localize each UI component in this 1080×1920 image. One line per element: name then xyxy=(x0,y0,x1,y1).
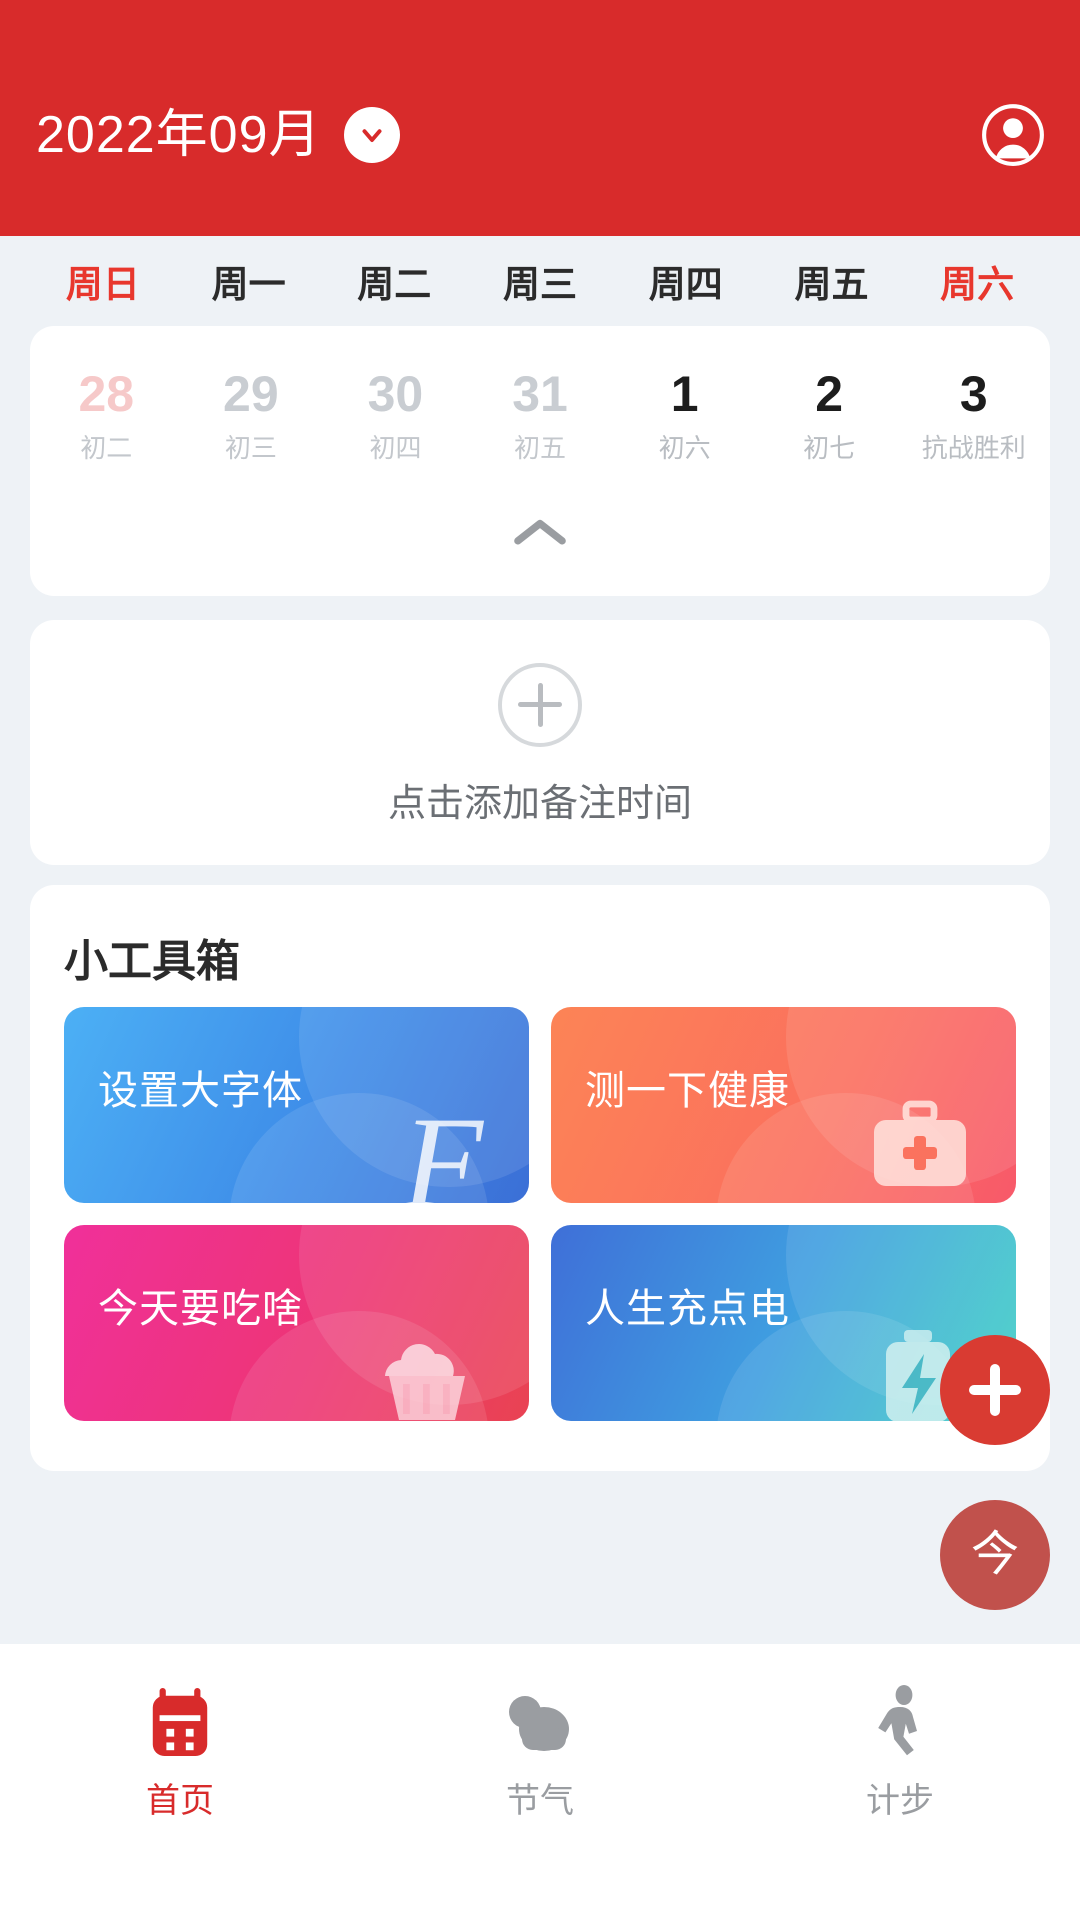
decorative-blob xyxy=(299,1007,529,1187)
calendar-day-cell[interactable]: 30 初四 xyxy=(323,368,468,461)
nav-item-solar-terms[interactable]: 节气 xyxy=(360,1684,720,1818)
weekday-thu: 周四 xyxy=(648,263,723,305)
nav-item-pedometer[interactable]: 计步 xyxy=(720,1684,1080,1818)
today-fab-label: 今 xyxy=(970,1528,1019,1581)
weekday-sat: 周六 xyxy=(940,263,1015,305)
decorative-blob xyxy=(299,1225,529,1405)
today-fab[interactable]: 今 xyxy=(940,1500,1050,1610)
calendar-day-cell[interactable]: 31 初五 xyxy=(468,368,613,461)
chevron-down-icon[interactable] xyxy=(343,107,400,163)
day-number: 30 xyxy=(367,366,424,422)
day-number: 31 xyxy=(512,366,568,422)
add-note-card[interactable]: 点击添加备注时间 xyxy=(30,620,1050,865)
plus-circle-icon xyxy=(498,662,582,747)
add-event-fab[interactable] xyxy=(940,1335,1050,1445)
weekday-tue: 周二 xyxy=(357,263,432,305)
cloud-icon xyxy=(498,1684,582,1762)
day-number: 28 xyxy=(78,366,135,422)
header-bar: 2022年09月 xyxy=(0,80,1080,190)
tool-card-label: 人生充点电 xyxy=(585,1287,790,1331)
calendar-day-cell[interactable]: 2 初七 xyxy=(757,368,902,461)
cupcake-icon xyxy=(373,1336,481,1421)
toolbox-card: 小工具箱 设置大字体 F 测一下健康 今天要吃啥 人生充点电 xyxy=(30,885,1050,1471)
day-number: 1 xyxy=(670,366,699,422)
day-number: 3 xyxy=(959,366,988,422)
calendar-week-card: 28 初二 29 初三 30 初四 31 初五 1 初六 2 初七 3 抗战胜利 xyxy=(30,326,1050,596)
scroll-edge-spacer xyxy=(0,1602,1080,1644)
weekday-mon: 周一 xyxy=(211,263,286,305)
day-lunar: 初二 xyxy=(80,432,133,463)
chevron-up-icon xyxy=(507,514,573,557)
day-lunar: 初六 xyxy=(658,432,711,463)
tool-card-big-font[interactable]: 设置大字体 F xyxy=(64,1007,529,1203)
weekday-wed: 周三 xyxy=(503,263,578,305)
tool-card-health-check[interactable]: 测一下健康 xyxy=(551,1007,1016,1203)
tool-card-label: 测一下健康 xyxy=(585,1069,790,1113)
tool-card-what-to-eat[interactable]: 今天要吃啥 xyxy=(64,1225,529,1421)
calendar-day-cell[interactable]: 3 抗战胜利 xyxy=(901,368,1046,461)
weekday-sun: 周日 xyxy=(65,263,140,305)
add-note-label: 点击添加备注时间 xyxy=(387,782,692,825)
toolbox-grid: 设置大字体 F 测一下健康 今天要吃啥 人生充点电 xyxy=(64,1007,1016,1421)
medical-kit-icon xyxy=(868,1100,972,1197)
user-avatar-icon[interactable] xyxy=(980,102,1046,168)
nav-item-home[interactable]: 首页 xyxy=(0,1684,360,1818)
bottom-navigation: 首页 节气 计步 xyxy=(0,1644,1080,1920)
day-number: 29 xyxy=(223,366,279,422)
nav-label-solar-terms: 节气 xyxy=(506,1782,574,1820)
nav-label-home: 首页 xyxy=(146,1782,214,1820)
tool-card-label: 设置大字体 xyxy=(98,1069,303,1113)
app-root: 2022年09月 周日 周一 周二 周三 周四 周五 周六 28 初二 29 初… xyxy=(0,0,1080,1920)
tool-card-label: 今天要吃啥 xyxy=(98,1287,303,1331)
walking-person-icon xyxy=(872,1684,928,1762)
calendar-icon xyxy=(145,1684,215,1762)
script-f-icon: F xyxy=(402,1089,483,1204)
day-lunar: 初七 xyxy=(803,432,856,463)
weekday-fri: 周五 xyxy=(794,263,869,305)
day-lunar: 初五 xyxy=(514,432,567,463)
calendar-dates-row: 28 初二 29 初三 30 初四 31 初五 1 初六 2 初七 3 抗战胜利 xyxy=(30,368,1050,461)
calendar-day-cell[interactable]: 29 初三 xyxy=(179,368,324,461)
month-label: 2022年09月 xyxy=(36,106,322,164)
month-selector[interactable]: 2022年09月 xyxy=(36,107,400,163)
calendar-day-cell[interactable]: 1 初六 xyxy=(612,368,757,461)
calendar-day-cell[interactable]: 28 初二 xyxy=(34,368,179,461)
nav-label-pedometer: 计步 xyxy=(866,1782,934,1820)
day-lunar: 抗战胜利 xyxy=(921,432,1026,463)
day-lunar: 初四 xyxy=(369,432,422,463)
toolbox-title: 小工具箱 xyxy=(64,937,240,986)
weekday-header-row: 周日 周一 周二 周三 周四 周五 周六 xyxy=(0,236,1080,332)
app-header: 2022年09月 xyxy=(0,0,1080,236)
day-lunar: 初三 xyxy=(224,432,277,463)
day-number: 2 xyxy=(815,366,844,422)
decorative-blob xyxy=(786,1007,1016,1187)
calendar-collapse-button[interactable] xyxy=(30,502,1050,568)
